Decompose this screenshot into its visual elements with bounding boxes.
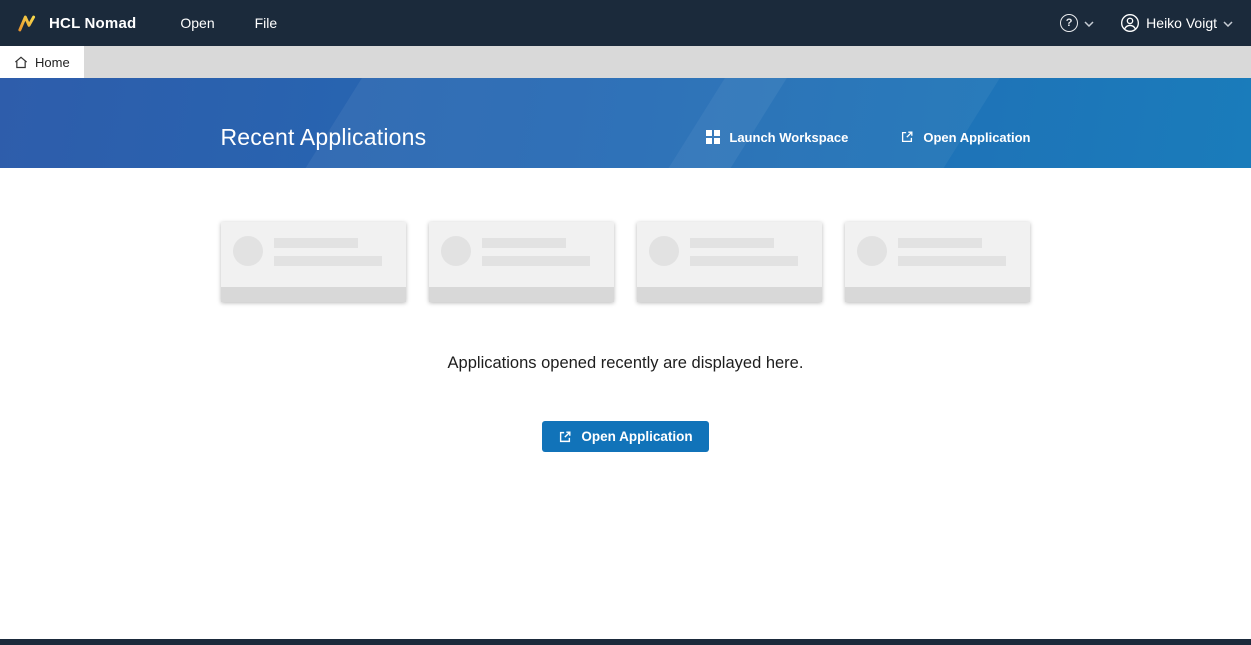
placeholder-line bbox=[482, 238, 566, 248]
recent-app-placeholder-card bbox=[637, 222, 822, 302]
recent-apps-placeholder-row bbox=[221, 222, 1030, 302]
placeholder-avatar bbox=[233, 236, 263, 266]
placeholder-line bbox=[690, 256, 798, 266]
bottom-edge-bar bbox=[0, 639, 1251, 645]
main-menu: Open File bbox=[160, 15, 297, 31]
external-link-icon bbox=[558, 430, 572, 444]
main-content: Applications opened recently are display… bbox=[0, 222, 1251, 452]
placeholder-line bbox=[898, 238, 982, 248]
open-application-button-label: Open Application bbox=[581, 429, 693, 444]
placeholder-avatar bbox=[649, 236, 679, 266]
user-menu[interactable]: Heiko Voigt bbox=[1120, 13, 1233, 33]
chevron-down-icon bbox=[1223, 21, 1233, 27]
tab-bar: Home bbox=[0, 46, 1251, 78]
workspace-grid-icon bbox=[706, 130, 721, 144]
user-name: Heiko Voigt bbox=[1146, 15, 1217, 31]
banner-actions: Launch Workspace Open Application bbox=[706, 129, 1031, 145]
placeholder-footer bbox=[429, 287, 614, 302]
top-bar: HCL Nomad Open File ? Heiko Voigt bbox=[0, 0, 1251, 46]
launch-workspace-button[interactable]: Launch Workspace bbox=[706, 130, 848, 145]
chevron-down-icon bbox=[1084, 21, 1094, 27]
launch-workspace-label: Launch Workspace bbox=[729, 129, 849, 145]
menu-item-open[interactable]: Open bbox=[160, 15, 234, 31]
help-icon: ? bbox=[1060, 14, 1079, 32]
placeholder-footer bbox=[637, 287, 822, 302]
placeholder-avatar bbox=[857, 236, 887, 266]
top-bar-right: ? Heiko Voigt bbox=[1060, 13, 1233, 33]
open-application-link-label: Open Application bbox=[923, 129, 1031, 145]
placeholder-avatar bbox=[441, 236, 471, 266]
external-link-icon bbox=[900, 130, 914, 144]
placeholder-line bbox=[274, 238, 358, 248]
placeholder-line bbox=[482, 256, 590, 266]
page-title: Recent Applications bbox=[220, 123, 427, 150]
placeholder-line bbox=[690, 238, 774, 248]
user-avatar-icon bbox=[1120, 13, 1140, 33]
recent-app-placeholder-card bbox=[221, 222, 406, 302]
empty-state-message: Applications opened recently are display… bbox=[447, 354, 804, 372]
app-brand: HCL Nomad bbox=[18, 15, 136, 32]
tab-home-label: Home bbox=[35, 54, 70, 70]
tab-home[interactable]: Home bbox=[0, 46, 84, 78]
recent-app-placeholder-card bbox=[845, 222, 1030, 302]
placeholder-line bbox=[274, 256, 382, 266]
placeholder-line bbox=[898, 256, 1006, 266]
open-application-link[interactable]: Open Application bbox=[900, 129, 1031, 145]
brand-label: HCL Nomad bbox=[49, 14, 137, 32]
open-application-button[interactable]: Open Application bbox=[542, 421, 709, 452]
home-icon bbox=[14, 56, 28, 69]
menu-item-file[interactable]: File bbox=[235, 15, 298, 31]
recent-applications-banner: Recent Applications Launch Workspace Ope… bbox=[0, 78, 1251, 168]
hcl-nomad-logo-icon bbox=[18, 15, 40, 32]
placeholder-footer bbox=[221, 287, 406, 302]
help-menu[interactable]: ? bbox=[1060, 14, 1094, 32]
placeholder-footer bbox=[845, 287, 1030, 302]
recent-app-placeholder-card bbox=[429, 222, 614, 302]
